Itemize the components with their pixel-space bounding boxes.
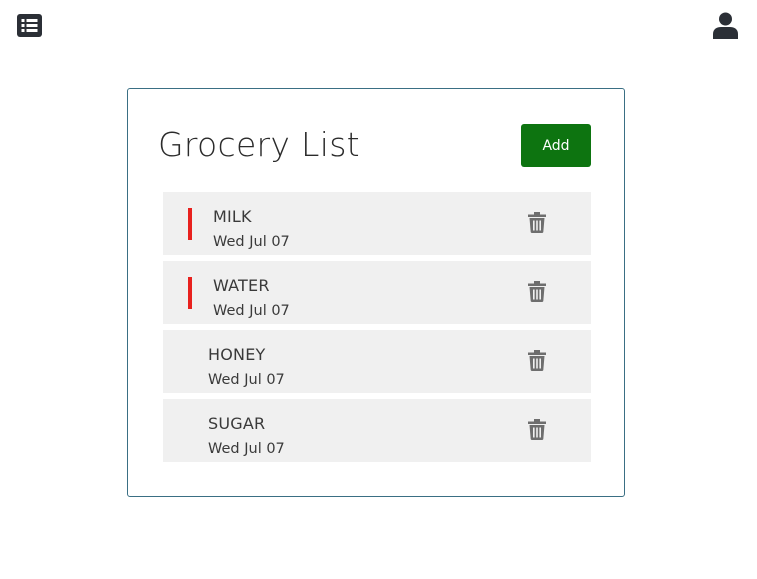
page-title: Grocery List [158, 125, 360, 164]
item-date: Wed Jul 07 [213, 234, 290, 250]
item-date: Wed Jul 07 [208, 372, 285, 388]
item-name: WATER [213, 276, 270, 295]
trash-icon[interactable] [528, 281, 546, 302]
list-item[interactable]: MILK Wed Jul 07 [163, 192, 591, 255]
grocery-list-card: Grocery List Add MILK Wed Jul 07 WATER W… [127, 88, 625, 497]
trash-icon[interactable] [528, 350, 546, 371]
list-alt-icon[interactable] [17, 14, 42, 37]
item-name: MILK [213, 207, 252, 226]
grocery-list: MILK Wed Jul 07 WATER Wed Jul 07 HONEY W… [163, 192, 591, 468]
item-name: HONEY [208, 345, 266, 364]
top-bar [0, 0, 757, 60]
trash-icon[interactable] [528, 212, 546, 233]
list-item[interactable]: SUGAR Wed Jul 07 [163, 399, 591, 462]
list-item[interactable]: WATER Wed Jul 07 [163, 261, 591, 324]
add-button[interactable]: Add [521, 124, 591, 167]
priority-flag [188, 208, 192, 240]
user-icon[interactable] [713, 12, 738, 39]
trash-icon[interactable] [528, 419, 546, 440]
priority-flag [188, 277, 192, 309]
item-date: Wed Jul 07 [213, 303, 290, 319]
item-name: SUGAR [208, 414, 266, 433]
list-item[interactable]: HONEY Wed Jul 07 [163, 330, 591, 393]
item-date: Wed Jul 07 [208, 441, 285, 457]
